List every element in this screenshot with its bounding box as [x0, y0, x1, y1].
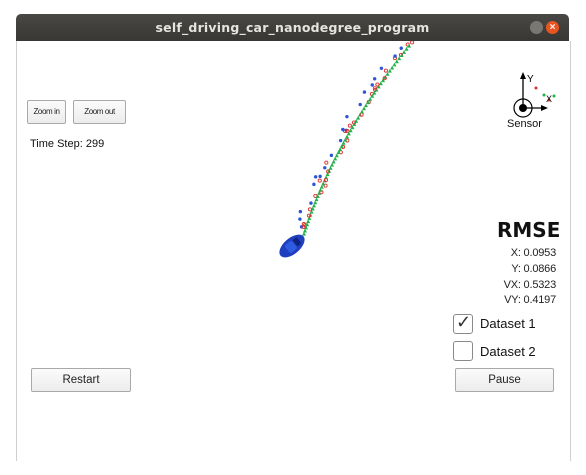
pause-button[interactable]: Pause	[455, 368, 554, 392]
zoom-in-button[interactable]: Zoom in	[27, 100, 66, 124]
radar-marker	[323, 166, 327, 170]
minimize-button[interactable]	[530, 21, 543, 34]
simulator-canvas[interactable]: Y X Sensor Zoom in Zoom out Time Step: 2…	[16, 41, 571, 461]
sensor-marker	[534, 86, 538, 90]
radar-marker	[338, 138, 343, 143]
lidar-marker	[307, 207, 312, 212]
dataset-1-checkbox[interactable]: ✓	[453, 312, 473, 334]
lidar-marker	[375, 82, 380, 87]
radar-marker	[362, 90, 367, 94]
radar-marker	[372, 77, 377, 81]
radar-marker	[329, 153, 334, 158]
radar-marker	[379, 66, 384, 70]
close-button[interactable]: ×	[546, 21, 559, 34]
lidar-marker	[383, 68, 388, 73]
lidar-marker	[317, 178, 322, 183]
close-icon: ×	[549, 22, 556, 33]
radar-marker	[341, 127, 345, 132]
sensor-marker	[552, 94, 556, 98]
rmse-x: X: 0.0953	[510, 247, 556, 259]
top-strip	[0, 0, 586, 14]
rmse-y: Y: 0.0866	[511, 263, 556, 275]
radar-marker	[313, 175, 318, 179]
lidar-marker	[347, 123, 352, 128]
rmse-vy: VY: 0.4197	[504, 294, 556, 306]
trajectory-markers	[298, 41, 556, 236]
radar-marker	[318, 174, 322, 179]
radar-marker	[345, 114, 349, 119]
dataset-1-label[interactable]: Dataset 1	[480, 316, 536, 331]
dataset-2-checkbox[interactable]	[453, 341, 473, 361]
radar-marker	[298, 209, 303, 214]
lidar-marker	[410, 41, 415, 45]
window-title: self_driving_car_nanodegree_program	[155, 20, 430, 35]
rmse-title: RMSE	[497, 218, 561, 242]
sensor-label: Sensor	[507, 118, 542, 130]
dataset-2-label[interactable]: Dataset 2	[480, 344, 536, 359]
radar-marker	[298, 217, 302, 221]
title-bar[interactable]: self_driving_car_nanodegree_program ×	[16, 14, 569, 41]
radar-marker	[370, 83, 374, 87]
radar-marker	[393, 54, 397, 58]
radar-marker	[309, 201, 313, 205]
zoom-out-button[interactable]: Zoom out	[73, 100, 126, 124]
rmse-vx: VX: 0.5323	[503, 279, 557, 291]
time-step-label: Time Step: 299	[30, 138, 105, 150]
radar-marker	[399, 46, 403, 50]
checkmark-icon: ✓	[456, 312, 472, 332]
radar-marker	[312, 182, 316, 187]
sensor-icon: Y X Sensor	[507, 72, 552, 130]
restart-button[interactable]: Restart	[31, 368, 131, 392]
sensor-axis-x: X	[546, 94, 552, 104]
sensor-axis-y: Y	[527, 74, 534, 85]
radar-marker	[358, 102, 362, 107]
lidar-marker	[324, 160, 329, 165]
